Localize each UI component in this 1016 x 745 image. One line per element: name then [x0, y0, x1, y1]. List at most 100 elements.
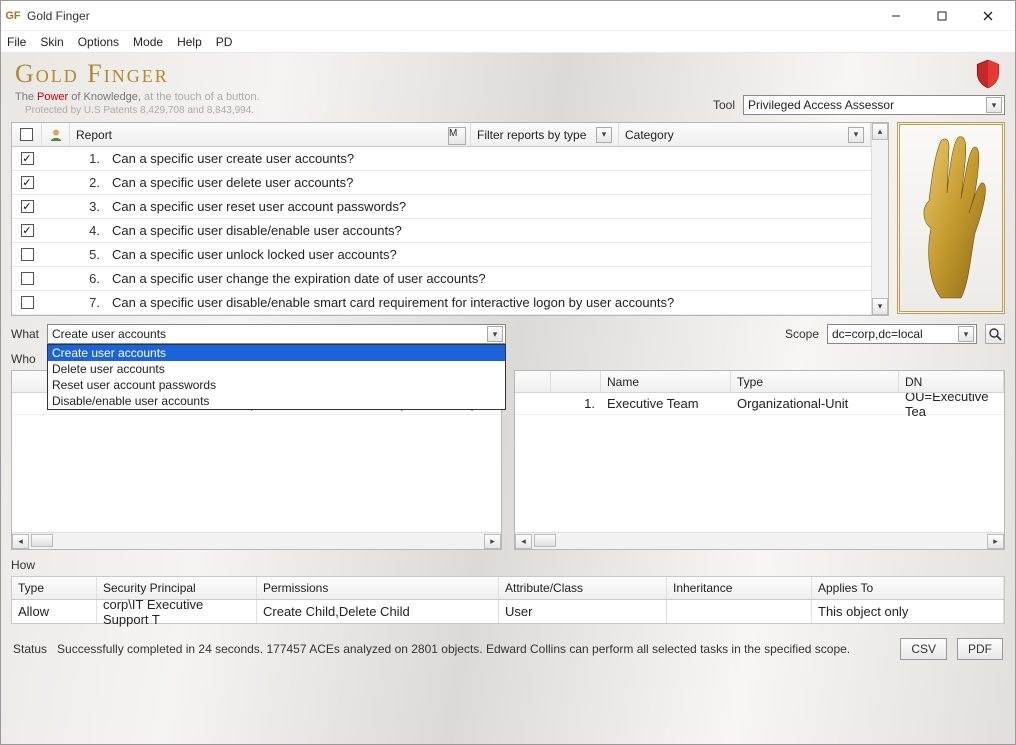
tagline-power: Power: [37, 91, 68, 103]
maximize-icon: [937, 11, 947, 21]
how-principal: corp\IT Executive Support T: [97, 600, 257, 623]
csv-button[interactable]: CSV: [900, 638, 947, 660]
report-row[interactable]: 5.Can a specific user unlock locked user…: [12, 243, 871, 267]
row-text: Can a specific user disable/enable user …: [106, 223, 871, 238]
menu-help[interactable]: Help: [177, 35, 202, 49]
chevron-down-icon: ▾: [958, 326, 974, 342]
what-option[interactable]: Disable/enable user accounts: [48, 393, 505, 409]
brand-patents: Protected by U.S Patents 8,429,708 and 8…: [15, 105, 260, 116]
report-list: Report M Filter reports by type▾ Categor…: [12, 123, 871, 315]
tool-combo[interactable]: Privileged Access Assessor ▾: [743, 95, 1005, 115]
how-attrclass: User: [499, 600, 667, 623]
report-row[interactable]: 6.Can a specific user change the expirat…: [12, 267, 871, 291]
who-right-num: 1.: [551, 396, 601, 411]
minimize-button[interactable]: [873, 2, 919, 30]
menu-file[interactable]: File: [7, 35, 26, 49]
header: Gold Finger The Power of Knowledge, at t…: [11, 57, 1005, 122]
how-hdr-inheritance[interactable]: Inheritance: [667, 577, 812, 599]
what-option[interactable]: Create user accounts: [48, 345, 505, 361]
close-button[interactable]: [965, 2, 1011, 30]
app-icon: GF: [5, 8, 21, 24]
menu-skin[interactable]: Skin: [40, 35, 63, 49]
row-checkbox[interactable]: ✓: [21, 176, 34, 189]
header-report-label[interactable]: Report: [76, 128, 112, 142]
header-m-button[interactable]: M: [448, 127, 466, 145]
scope-area: Scope dc=corp,dc=local ▾: [785, 324, 1005, 344]
report-row[interactable]: ✓ 2.Can a specific user delete user accou…: [12, 171, 871, 195]
row-checkbox[interactable]: ✓: [21, 200, 34, 213]
hand-icon: [911, 133, 991, 303]
scroll-down-button[interactable]: ▾: [872, 298, 888, 315]
who-right-scroll-h[interactable]: ◂ ▸: [515, 532, 1004, 549]
report-row[interactable]: ✓3.Can a specific user reset user accoun…: [12, 195, 871, 219]
menu-pd[interactable]: PD: [216, 35, 233, 49]
how-row: How Type Security Principal Permissions …: [11, 558, 1005, 624]
who-right-hdr-type[interactable]: Type: [731, 371, 899, 392]
how-hdr-attrclass[interactable]: Attribute/Class: [499, 577, 667, 599]
who-right-hdr-name[interactable]: Name: [601, 371, 731, 392]
who-right-header: Name Type DN: [515, 371, 1004, 393]
how-permissions: Create Child,Delete Child: [257, 600, 499, 623]
scope-combo-value: dc=corp,dc=local: [832, 327, 954, 341]
status-label: Status: [13, 642, 47, 656]
report-row[interactable]: 7.Can a specific user disable/enable sma…: [12, 291, 871, 315]
scroll-right-button[interactable]: ▸: [987, 534, 1004, 549]
menu-options[interactable]: Options: [78, 35, 119, 49]
who-right-panel: Name Type DN 1. Executive Team Organizat…: [514, 370, 1005, 550]
scroll-up-button[interactable]: ▴: [872, 123, 888, 140]
header-checkbox-col[interactable]: [12, 123, 42, 146]
report-scrollbar-v[interactable]: ▴ ▾: [871, 123, 888, 315]
titlebar: GF Gold Finger: [1, 1, 1015, 31]
header-filter-combo[interactable]: Filter reports by type▾: [471, 123, 619, 146]
brand-tagline: The Power of Knowledge, at the touch of …: [15, 91, 260, 103]
row-checkbox[interactable]: [21, 248, 34, 261]
row-text: Can a specific user unlock locked user a…: [106, 247, 871, 262]
row-number: 3.: [70, 199, 106, 214]
what-option[interactable]: Delete user accounts: [48, 361, 505, 377]
row-checkbox[interactable]: [21, 296, 34, 309]
how-hdr-permissions[interactable]: Permissions: [257, 577, 499, 599]
how-hdr-applies[interactable]: Applies To: [812, 577, 1004, 599]
who-left-scroll-h[interactable]: ◂ ▸: [12, 532, 501, 549]
search-button[interactable]: [985, 324, 1005, 344]
filter-combo-label: Filter reports by type: [477, 128, 586, 142]
who-right-hdr-dn[interactable]: DN: [899, 371, 1004, 392]
report-row[interactable]: ✓ 4.Can a specific user disable/enable us…: [12, 219, 871, 243]
how-data-row[interactable]: Allow corp\IT Executive Support T Create…: [11, 600, 1005, 624]
scroll-thumb[interactable]: [31, 534, 53, 547]
close-icon: [983, 11, 993, 21]
row-checkbox[interactable]: [21, 272, 34, 285]
scope-label: Scope: [785, 327, 819, 341]
header-user-icon-col: [42, 123, 70, 146]
how-hdr-type[interactable]: Type: [12, 577, 97, 599]
user-icon: [49, 128, 63, 142]
chevron-down-icon: ▾: [848, 127, 864, 143]
header-category-combo[interactable]: Category▾: [619, 123, 871, 146]
scope-combo[interactable]: dc=corp,dc=local ▾: [827, 324, 977, 344]
row-number: 5.: [70, 247, 106, 262]
who-right-row[interactable]: 1. Executive Team Organizational-Unit OU…: [515, 393, 1004, 415]
row-number: 4.: [70, 223, 106, 238]
scroll-right-button[interactable]: ▸: [484, 534, 501, 549]
what-option[interactable]: Reset user account passwords: [48, 377, 505, 393]
how-applies: This object only: [812, 600, 1004, 623]
what-combo[interactable]: Create user accounts ▾: [47, 324, 506, 344]
maximize-button[interactable]: [919, 2, 965, 30]
content-area: Gold Finger The Power of Knowledge, at t…: [1, 53, 1015, 744]
chevron-down-icon: ▾: [487, 326, 503, 342]
menu-mode[interactable]: Mode: [133, 35, 163, 49]
row-text: Can a specific user delete user accounts…: [106, 175, 871, 190]
header-checkbox[interactable]: [20, 128, 33, 141]
row-checkbox[interactable]: ✓: [21, 224, 34, 237]
tagline-pre: The: [15, 91, 37, 103]
row-checkbox[interactable]: ✓: [21, 152, 34, 165]
row-text: Can a specific user disable/enable smart…: [106, 295, 871, 310]
report-row[interactable]: ✓1.Can a specific user create user accou…: [12, 147, 871, 171]
report-list-header: Report M Filter reports by type▾ Categor…: [12, 123, 871, 147]
pdf-button[interactable]: PDF: [957, 638, 1003, 660]
row-number: 2.: [70, 175, 106, 190]
scroll-left-button[interactable]: ◂: [515, 534, 532, 549]
scroll-thumb[interactable]: [534, 534, 556, 547]
scroll-left-button[interactable]: ◂: [12, 534, 29, 549]
how-type: Allow: [12, 600, 97, 623]
